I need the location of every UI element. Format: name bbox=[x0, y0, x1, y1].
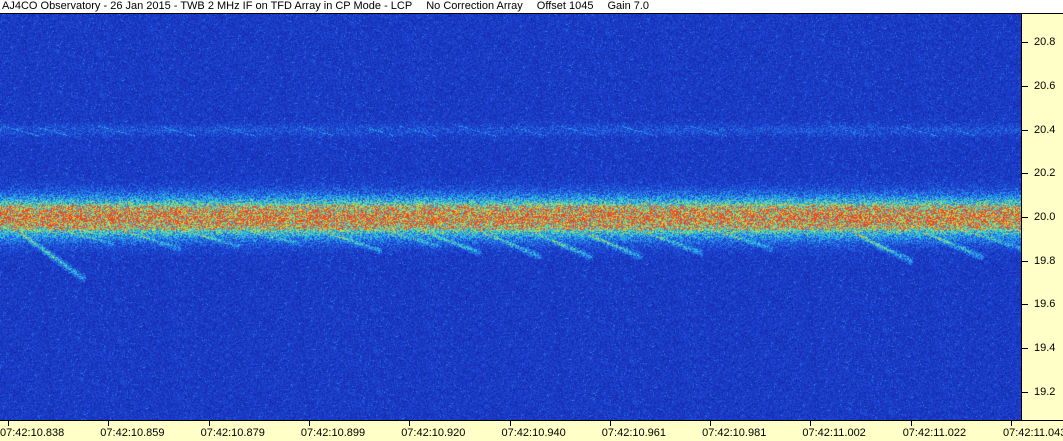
x-tick-label: 07:42:11.043 bbox=[1003, 427, 1063, 439]
y-tick-mark bbox=[1022, 129, 1028, 131]
y-tick-mark bbox=[1022, 391, 1028, 393]
spectrogram-canvas[interactable] bbox=[0, 14, 1021, 420]
x-tick-label: 07:42:11.002 bbox=[802, 427, 866, 439]
y-tick-label: 20.2 bbox=[1034, 167, 1056, 180]
x-tick-mark bbox=[308, 421, 310, 426]
x-tick-mark bbox=[710, 421, 712, 426]
x-tick-label: 07:42:10.920 bbox=[401, 427, 466, 439]
x-tick-label: 07:42:10.961 bbox=[601, 427, 667, 439]
title-offset: Offset 1045 bbox=[536, 0, 594, 12]
title-bar: AJ4CO Observatory - 26 Jan 2015 - TWB 2 … bbox=[0, 0, 1063, 13]
x-tick-mark bbox=[609, 421, 611, 426]
title-text: AJ4CO Observatory - 26 Jan 2015 - TWB 2 … bbox=[2, 0, 663, 13]
title-correction: No Correction Array bbox=[426, 0, 523, 12]
x-tick-mark bbox=[8, 421, 9, 426]
y-tick-mark bbox=[1022, 86, 1028, 88]
x-tick-label: 07:42:10.879 bbox=[200, 427, 265, 439]
y-tick-mark bbox=[1022, 260, 1028, 262]
x-tick-mark bbox=[208, 421, 210, 426]
y-tick-label: 20.8 bbox=[1034, 36, 1056, 49]
y-tick-mark bbox=[1022, 304, 1028, 306]
y-tick-label: 19.2 bbox=[1034, 385, 1056, 398]
y-tick-label: 20.6 bbox=[1034, 80, 1056, 93]
y-tick-label: 19.4 bbox=[1034, 341, 1056, 354]
x-tick-label: 07:42:11.022 bbox=[902, 427, 967, 439]
title-observatory: AJ4CO Observatory - 26 Jan 2015 - TWB 2 … bbox=[2, 0, 413, 12]
frequency-axis: 20.8 20.6 20.4 20.2 20.0 19.8 19.6 19.4 19.2 bbox=[1021, 14, 1063, 420]
x-tick-mark bbox=[810, 421, 812, 426]
y-tick-mark bbox=[1022, 173, 1028, 175]
time-axis: 07:42:10.838 07:42:10.859 07:42:10.879 07:4… bbox=[0, 420, 1063, 441]
spectrogram-plot[interactable] bbox=[0, 14, 1021, 420]
x-tick-mark bbox=[409, 421, 411, 426]
x-tick-mark bbox=[509, 421, 511, 426]
x-tick-label: 07:42:10.838 bbox=[0, 427, 65, 439]
y-tick-label: 19.6 bbox=[1034, 298, 1056, 311]
x-tick-mark bbox=[108, 421, 110, 426]
title-gain: Gain 7.0 bbox=[607, 0, 650, 12]
x-tick-label: 07:42:10.859 bbox=[100, 427, 165, 439]
y-tick-label: 20.0 bbox=[1034, 211, 1056, 223]
y-tick-mark bbox=[1022, 42, 1028, 44]
x-tick-label: 07:42:10.981 bbox=[702, 427, 767, 439]
y-tick-mark bbox=[1022, 217, 1028, 218]
x-tick-mark bbox=[1011, 421, 1012, 426]
y-tick-mark bbox=[1022, 347, 1028, 349]
y-tick-label: 20.4 bbox=[1034, 123, 1056, 136]
x-tick-label: 07:42:10.899 bbox=[300, 427, 366, 439]
x-tick-mark bbox=[910, 421, 912, 426]
y-tick-label: 19.8 bbox=[1034, 254, 1056, 267]
x-tick-label: 07:42:10.940 bbox=[501, 427, 566, 439]
